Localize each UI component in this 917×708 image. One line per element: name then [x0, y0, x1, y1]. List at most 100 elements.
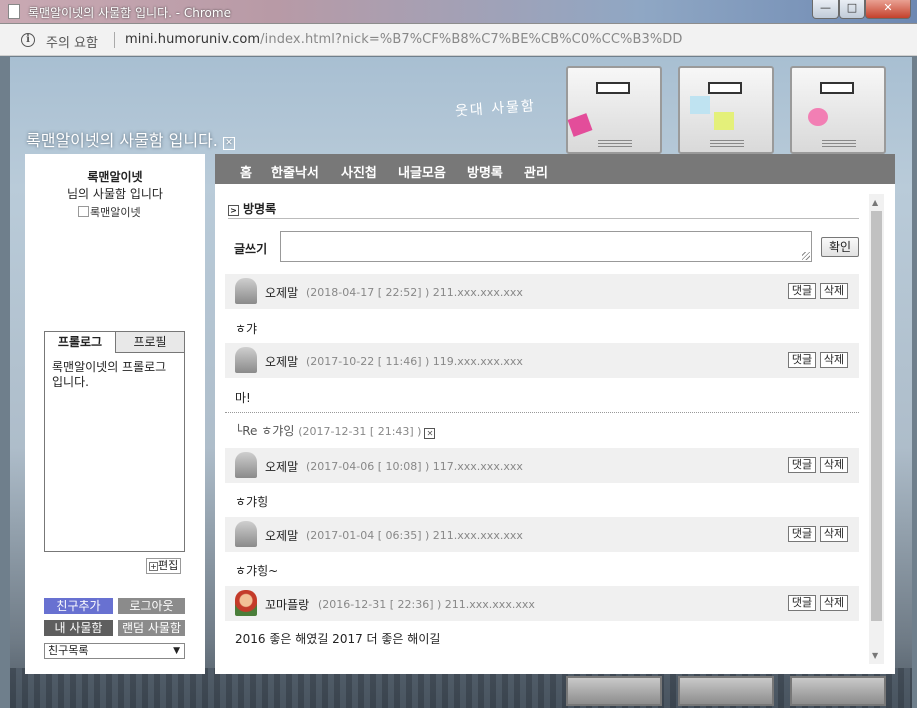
- avatar[interactable]: [235, 452, 257, 478]
- url-path: /index.html?nick=%B7%CF%B8%C7%BE%CB%C0%C…: [260, 32, 683, 47]
- sticker-decoration: [690, 96, 710, 114]
- menu-guestbook[interactable]: 방명록: [467, 162, 503, 181]
- info-icon[interactable]: i: [21, 33, 35, 47]
- plus-icon: +: [149, 562, 158, 571]
- random-box-button[interactable]: 랜덤 사물함: [118, 620, 185, 636]
- reply-button[interactable]: 댓글: [788, 457, 816, 473]
- locker-base: [790, 676, 886, 706]
- delete-button[interactable]: 삭제: [820, 457, 848, 473]
- close-box-icon[interactable]: ✕: [223, 137, 235, 150]
- edit-button[interactable]: +편집: [146, 558, 182, 574]
- entry-meta: (2017-10-22 [ 11:46] ) 119.xxx.xxx.xxx: [306, 355, 523, 368]
- delete-button[interactable]: 삭제: [820, 526, 848, 542]
- menu-my-posts[interactable]: 내글모음: [398, 162, 446, 181]
- entry-author[interactable]: 꼬마플랑: [265, 596, 309, 613]
- menu-home[interactable]: 홈: [240, 162, 252, 181]
- reply-meta: (2017-12-31 [ 21:43] ): [298, 425, 422, 438]
- url-text[interactable]: mini.humoruniv.com/index.html?nick=%B7%C…: [125, 32, 683, 47]
- menu-bar: 홈 한줄낙서 사진첩 내글모음 방명록 관리: [215, 154, 895, 184]
- entry-header: 꼬마플랑 (2016-12-31 [ 22:36] ) 211.xxx.xxx.…: [225, 586, 859, 621]
- minimize-button[interactable]: —: [812, 0, 839, 19]
- entry-header: 오제말 (2018-04-17 [ 22:52] ) 211.xxx.xxx.x…: [225, 274, 859, 309]
- address-bar[interactable]: i 주의 요함 mini.humoruniv.com/index.html?ni…: [0, 24, 917, 56]
- reply-button[interactable]: 댓글: [788, 595, 816, 611]
- site-title: 록맨알이넷의 사물함 입니다. ✕: [26, 127, 235, 151]
- site-title-text: 록맨알이넷의 사물함 입니다.: [26, 131, 218, 150]
- locker-base: [678, 676, 774, 706]
- menu-photos[interactable]: 사진첩: [341, 162, 377, 181]
- my-box-button[interactable]: 내 사물함: [44, 620, 113, 636]
- scrollbar-thumb[interactable]: [871, 211, 882, 621]
- reply-prefix: └Re: [235, 424, 258, 438]
- entry-body: 마!: [235, 391, 251, 405]
- tab-profile[interactable]: 프로필: [115, 331, 185, 353]
- locker-base: [566, 676, 662, 706]
- resize-grip-icon[interactable]: [802, 252, 810, 260]
- entry-header: 오제말 (2017-10-22 [ 11:46] ) 119.xxx.xxx.x…: [225, 343, 859, 378]
- avatar[interactable]: [235, 521, 257, 547]
- tab-prolog[interactable]: 프롤로그: [44, 331, 116, 353]
- locker-slot: [820, 82, 854, 94]
- reply-button[interactable]: 댓글: [788, 352, 816, 368]
- confirm-button[interactable]: 확인: [821, 237, 859, 257]
- scroll-up-icon[interactable]: ▲: [872, 198, 878, 207]
- locker-slot: [708, 82, 742, 94]
- entry-body: ㅎ갸힝~: [235, 564, 279, 578]
- url-host: mini.humoruniv.com: [125, 32, 261, 47]
- vertical-scrollbar[interactable]: ▲ ▼: [869, 194, 884, 664]
- locker-vent: [598, 140, 632, 148]
- entry-author[interactable]: 오제말: [265, 527, 298, 544]
- security-status[interactable]: 주의 요함: [46, 32, 98, 51]
- avatar[interactable]: [235, 347, 257, 373]
- close-button[interactable]: ✕: [865, 0, 911, 19]
- logout-button[interactable]: 로그아웃: [118, 598, 185, 614]
- entry-header: 오제말 (2017-04-06 [ 10:08] ) 117.xxx.xxx.x…: [225, 448, 859, 483]
- dropdown-arrow-icon: ▼: [173, 646, 180, 656]
- window-title: 록맨알이넷의 사물함 입니다. - Chrome: [28, 6, 231, 20]
- section-title-text: 방명록: [243, 202, 277, 216]
- entry-author[interactable]: 오제말: [265, 353, 298, 370]
- owner-image: 록맨알이넷: [78, 204, 141, 220]
- sticker-decoration: [808, 108, 828, 126]
- entry-meta: (2017-04-06 [ 10:08] ) 117.xxx.xxx.xxx: [306, 460, 523, 473]
- delete-button[interactable]: 삭제: [820, 352, 848, 368]
- entry-meta: (2018-04-17 [ 22:52] ) 211.xxx.xxx.xxx: [306, 286, 523, 299]
- delete-button[interactable]: 삭제: [820, 595, 848, 611]
- menu-manage[interactable]: 관리: [524, 162, 548, 181]
- entry-body: ㅎ갸: [235, 322, 258, 336]
- avatar[interactable]: [235, 278, 257, 304]
- delete-reply-icon[interactable]: ✕: [424, 428, 436, 439]
- add-friend-button[interactable]: 친구추가: [44, 598, 113, 614]
- reply-button[interactable]: 댓글: [788, 283, 816, 299]
- friend-list-select[interactable]: 친구목록 ▼: [44, 643, 185, 659]
- menu-oneline[interactable]: 한줄낙서: [271, 162, 319, 181]
- address-separator: [114, 32, 115, 48]
- broken-image-icon: [78, 206, 89, 217]
- maximize-button[interactable]: □: [839, 0, 865, 19]
- section-divider: [228, 218, 859, 219]
- delete-button[interactable]: 삭제: [820, 283, 848, 299]
- friend-list-value: 친구목록: [48, 644, 89, 657]
- entry-author[interactable]: 오제말: [265, 458, 298, 475]
- locker-decoration: [566, 66, 662, 154]
- reply-button[interactable]: 댓글: [788, 526, 816, 542]
- guestbook-entries: 오제말 (2018-04-17 [ 22:52] ) 211.xxx.xxx.x…: [225, 274, 859, 664]
- entry-meta: (2017-01-04 [ 06:35] ) 211.xxx.xxx.xxx: [306, 529, 523, 542]
- locker-decoration: [678, 66, 774, 154]
- write-label: 글쓰기: [234, 242, 268, 256]
- window-titlebar[interactable]: 록맨알이넷의 사물함 입니다. - Chrome — □ ✕: [0, 0, 917, 24]
- main-panel: 홈 한줄낙서 사진첩 내글모음 방명록 관리 > 방명록 글쓰기 확인 오제말 (…: [215, 154, 895, 674]
- avatar[interactable]: [235, 590, 257, 616]
- owner-subtitle: 님의 사물함 입니다: [67, 187, 163, 201]
- sticker-decoration: [714, 112, 734, 130]
- section-title: > 방명록: [228, 200, 276, 217]
- owner-image-alt: 록맨알이넷: [90, 206, 141, 219]
- scroll-down-icon[interactable]: ▼: [872, 651, 878, 660]
- entry-author[interactable]: 오제말: [265, 284, 298, 301]
- sticker-decoration: [567, 113, 593, 137]
- guestbook-textarea[interactable]: [280, 231, 812, 262]
- locker-vent: [710, 140, 744, 148]
- reply-row: └Re ㅎ갸잉 (2017-12-31 [ 21:43] ) ✕: [235, 422, 436, 439]
- reply-divider: [225, 412, 859, 413]
- owner-name: 록맨알이넷: [87, 170, 143, 184]
